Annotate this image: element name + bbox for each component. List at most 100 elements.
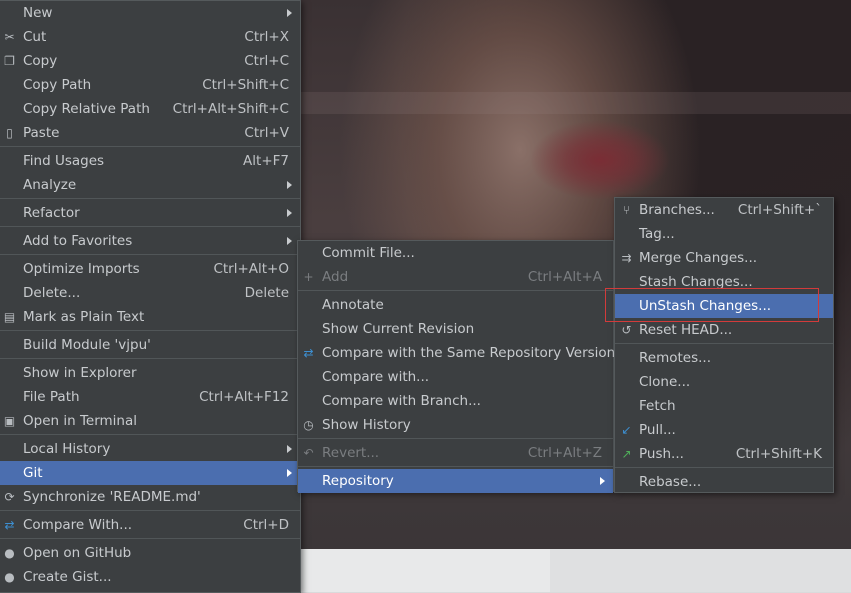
menu-item-label: Show Current Revision bbox=[322, 321, 475, 337]
menu-item-label: Commit File... bbox=[322, 245, 415, 261]
menu-item-label: Copy Path bbox=[23, 77, 92, 93]
menu-item-add[interactable]: + Add Ctrl+Alt+A bbox=[298, 265, 613, 289]
editor-panel-segment bbox=[300, 549, 550, 592]
menu-item-shortcut: Ctrl+C bbox=[244, 53, 289, 69]
menu-item-repository[interactable]: Repository bbox=[298, 469, 613, 493]
branch-icon: ⑂ bbox=[622, 203, 631, 217]
menu-item-optimize-imports[interactable]: Optimize Imports Ctrl+Alt+O bbox=[0, 257, 300, 281]
menu-item-shortcut: Ctrl+D bbox=[243, 517, 289, 533]
menu-item-compare-with[interactable]: ⇄ Compare With... Ctrl+D bbox=[0, 513, 300, 537]
menu-item-label: Open in Terminal bbox=[23, 413, 137, 429]
menu-item-refactor[interactable]: Refactor bbox=[0, 201, 300, 225]
menu-item-label: Local History bbox=[23, 441, 111, 457]
menu-item-label: Copy Relative Path bbox=[23, 101, 150, 117]
menu-item-label: Paste bbox=[23, 125, 60, 141]
menu-item-label: Synchronize 'README.md' bbox=[23, 489, 201, 505]
pull-icon: ↙ bbox=[621, 423, 632, 437]
menu-item-label: Show History bbox=[322, 417, 411, 433]
menu-item-fetch[interactable]: Fetch bbox=[615, 394, 833, 418]
menu-item-label: Optimize Imports bbox=[23, 261, 140, 277]
menu-item-label: Clone... bbox=[639, 374, 691, 390]
menu-item-rebase[interactable]: Rebase... bbox=[615, 470, 833, 494]
menu-item-remotes[interactable]: Remotes... bbox=[615, 346, 833, 370]
menu-separator bbox=[0, 538, 300, 539]
menu-item-shortcut: Ctrl+Alt+Z bbox=[527, 445, 602, 461]
menu-separator bbox=[0, 226, 300, 227]
menu-item-label: Pull... bbox=[639, 422, 676, 438]
menu-item-open-in-terminal[interactable]: ▣ Open in Terminal bbox=[0, 409, 300, 433]
menu-item-annotate[interactable]: Annotate bbox=[298, 293, 613, 317]
menu-separator bbox=[298, 466, 613, 467]
menu-item-label: Create Gist... bbox=[23, 569, 112, 585]
github-icon: ● bbox=[4, 546, 15, 560]
menu-item-label: Repository bbox=[322, 473, 394, 489]
menu-item-add-to-favorites[interactable]: Add to Favorites bbox=[0, 229, 300, 253]
menu-item-label: Compare with the Same Repository Version bbox=[322, 345, 616, 361]
menu-item-label: Find Usages bbox=[23, 153, 105, 169]
menu-item-clone[interactable]: Clone... bbox=[615, 370, 833, 394]
menu-item-shortcut: Ctrl+Shift+` bbox=[737, 202, 822, 218]
menu-item-mark-as-plain-text[interactable]: ▤ Mark as Plain Text bbox=[0, 305, 300, 329]
merge-icon: ⇉ bbox=[621, 251, 632, 265]
menu-item-push[interactable]: ↗ Push... Ctrl+Shift+K bbox=[615, 442, 833, 466]
menu-separator bbox=[615, 343, 833, 344]
menu-item-compare-with[interactable]: Compare with... bbox=[298, 365, 613, 389]
menu-item-create-gist[interactable]: ● Create Gist... bbox=[0, 565, 300, 589]
menu-item-compare-with-the-same-repository-version[interactable]: ⇄ Compare with the Same Repository Versio… bbox=[298, 341, 616, 365]
plus-icon: + bbox=[303, 270, 314, 284]
menu-item-label: Compare With... bbox=[23, 517, 133, 533]
menu-item-file-path[interactable]: File Path Ctrl+Alt+F12 bbox=[0, 385, 300, 409]
menu-item-label: Show in Explorer bbox=[23, 365, 137, 381]
menu-item-show-history[interactable]: ◷ Show History bbox=[298, 413, 613, 437]
repository-submenu: ⑂ Branches... Ctrl+Shift+` Tag... ⇉ Merge Cha… bbox=[614, 197, 834, 493]
menu-item-copy-path[interactable]: Copy Path Ctrl+Shift+C bbox=[0, 73, 300, 97]
submenu-arrow-icon bbox=[600, 477, 605, 485]
menu-item-local-history[interactable]: Local History bbox=[0, 437, 300, 461]
submenu-arrow-icon bbox=[287, 9, 292, 17]
menu-item-label: Mark as Plain Text bbox=[23, 309, 145, 325]
github-icon: ● bbox=[4, 570, 15, 584]
context-menu: New ✂ Cut Ctrl+X ❐ Copy Ctrl+C Copy Path Ctrl+Sh… bbox=[0, 0, 301, 593]
menu-separator bbox=[0, 358, 300, 359]
menu-item-revert[interactable]: ↶ Revert... Ctrl+Alt+Z bbox=[298, 441, 613, 465]
menu-item-shortcut: Alt+F7 bbox=[243, 153, 289, 169]
menu-item-delete[interactable]: Delete... Delete bbox=[0, 281, 300, 305]
menu-item-pull[interactable]: ↙ Pull... bbox=[615, 418, 833, 442]
clock-icon: ◷ bbox=[303, 418, 314, 432]
menu-item-new[interactable]: New bbox=[0, 1, 300, 25]
submenu-arrow-icon bbox=[287, 469, 292, 477]
menu-item-synchronize-readme-md[interactable]: ⟳ Synchronize 'README.md' bbox=[0, 485, 300, 509]
menu-item-compare-with-branch[interactable]: Compare with Branch... bbox=[298, 389, 613, 413]
terminal-icon: ▣ bbox=[3, 414, 16, 428]
menu-item-show-current-revision[interactable]: Show Current Revision bbox=[298, 317, 613, 341]
menu-item-label: Build Module 'vjpu' bbox=[23, 337, 151, 353]
menu-item-cut[interactable]: ✂ Cut Ctrl+X bbox=[0, 25, 300, 49]
menu-item-label: Compare with... bbox=[322, 369, 430, 385]
menu-item-shortcut: Ctrl+Alt+A bbox=[527, 269, 602, 285]
menu-item-show-in-explorer[interactable]: Show in Explorer bbox=[0, 361, 300, 385]
menu-item-tag[interactable]: Tag... bbox=[615, 222, 833, 246]
menu-item-shortcut: Ctrl+Alt+F12 bbox=[199, 389, 289, 405]
menu-item-paste[interactable]: ▯ Paste Ctrl+V bbox=[0, 121, 300, 145]
menu-item-build-module-vjpu[interactable]: Build Module 'vjpu' bbox=[0, 333, 300, 357]
highlight-box bbox=[605, 288, 819, 322]
menu-item-label: Rebase... bbox=[639, 474, 702, 490]
menu-item-branches[interactable]: ⑂ Branches... Ctrl+Shift+` bbox=[615, 198, 833, 222]
menu-item-label: Push... bbox=[639, 446, 684, 462]
menu-item-shortcut: Ctrl+Shift+K bbox=[735, 446, 822, 462]
menu-separator bbox=[0, 146, 300, 147]
menu-item-analyze[interactable]: Analyze bbox=[0, 173, 300, 197]
menu-item-merge-changes[interactable]: ⇉ Merge Changes... bbox=[615, 246, 833, 270]
menu-item-copy-relative-path[interactable]: Copy Relative Path Ctrl+Alt+Shift+C bbox=[0, 97, 300, 121]
revert-icon: ↶ bbox=[303, 446, 314, 460]
menu-item-git[interactable]: Git bbox=[0, 461, 300, 485]
menu-item-copy[interactable]: ❐ Copy Ctrl+C bbox=[0, 49, 300, 73]
menu-item-find-usages[interactable]: Find Usages Alt+F7 bbox=[0, 149, 300, 173]
menu-item-open-on-github[interactable]: ● Open on GitHub bbox=[0, 541, 300, 565]
compare-icon: ⇄ bbox=[4, 518, 15, 532]
menu-separator bbox=[0, 254, 300, 255]
menu-item-label: Branches... bbox=[639, 202, 715, 218]
menu-separator bbox=[298, 290, 613, 291]
menu-item-commit-file[interactable]: Commit File... bbox=[298, 241, 613, 265]
menu-item-label: Add bbox=[322, 269, 349, 285]
